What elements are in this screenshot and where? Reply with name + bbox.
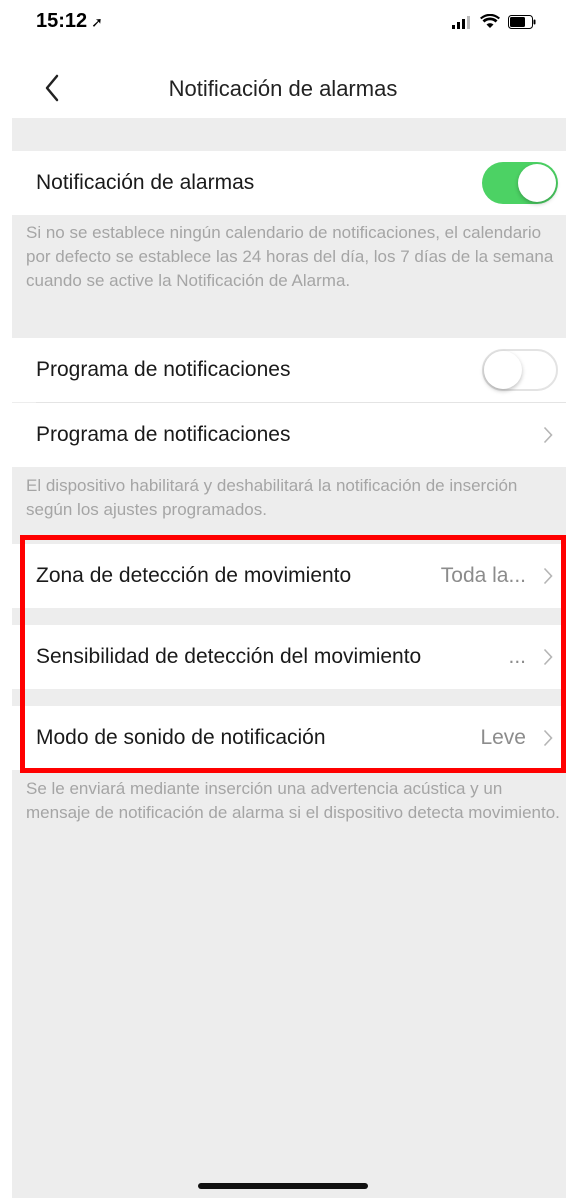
schedule-link-row[interactable]: Programa de notificaciones bbox=[12, 403, 566, 467]
schedule-toggle[interactable] bbox=[482, 349, 558, 391]
alarm-notification-label: Notificación de alarmas bbox=[36, 171, 255, 194]
clock: 15:12 bbox=[36, 10, 88, 32]
schedule-note: El dispositivo habilitará y deshabilitar… bbox=[26, 476, 518, 519]
motion-sensitivity-value: ... bbox=[508, 645, 526, 668]
motion-zone-row[interactable]: Zona de detección de movimiento Toda la.… bbox=[12, 544, 566, 608]
status-icons bbox=[452, 14, 536, 29]
alarm-notification-note: Si no se establece ningún calendario de … bbox=[26, 223, 554, 290]
motion-sensitivity-label: Sensibilidad de detección del movimiento bbox=[36, 645, 422, 668]
sound-note: Se le enviará mediante inserción una adv… bbox=[26, 779, 560, 822]
chevron-right-icon bbox=[540, 645, 556, 669]
sound-mode-value: Leve bbox=[480, 726, 526, 749]
toggle-knob bbox=[518, 164, 556, 202]
navigation-bar: Notificación de alarmas bbox=[0, 58, 566, 118]
motion-zone-value: Toda la... bbox=[440, 564, 526, 587]
page-title: Notificación de alarmas bbox=[168, 76, 398, 101]
sound-mode-row[interactable]: Modo de sonido de notificación Leve bbox=[12, 706, 566, 770]
status-time: 15:12 ➚ bbox=[36, 10, 103, 33]
alarm-notification-toggle[interactable] bbox=[482, 162, 558, 204]
location-arrow-icon: ➚ bbox=[91, 14, 103, 30]
alarm-notification-row: Notificación de alarmas bbox=[12, 151, 566, 215]
battery-icon bbox=[508, 14, 536, 29]
motion-zone-label: Zona de detección de movimiento bbox=[36, 564, 352, 587]
toggle-knob bbox=[484, 351, 522, 389]
chevron-right-icon bbox=[540, 423, 556, 447]
schedule-link-label: Programa de notificaciones bbox=[36, 423, 291, 446]
chevron-right-icon bbox=[540, 726, 556, 750]
signal-icon bbox=[452, 15, 470, 29]
motion-sensitivity-row[interactable]: Sensibilidad de detección del movimiento… bbox=[12, 625, 566, 689]
status-bar: 15:12 ➚ bbox=[0, 0, 566, 50]
wifi-icon bbox=[480, 14, 500, 28]
schedule-toggle-label: Programa de notificaciones bbox=[36, 358, 291, 381]
sound-mode-label: Modo de sonido de notificación bbox=[36, 726, 326, 749]
chevron-right-icon bbox=[540, 564, 556, 588]
schedule-toggle-row: Programa de notificaciones bbox=[12, 338, 566, 402]
settings-content: Notificación de alarmas Si no se estable… bbox=[12, 118, 566, 1198]
home-indicator[interactable] bbox=[198, 1183, 368, 1189]
